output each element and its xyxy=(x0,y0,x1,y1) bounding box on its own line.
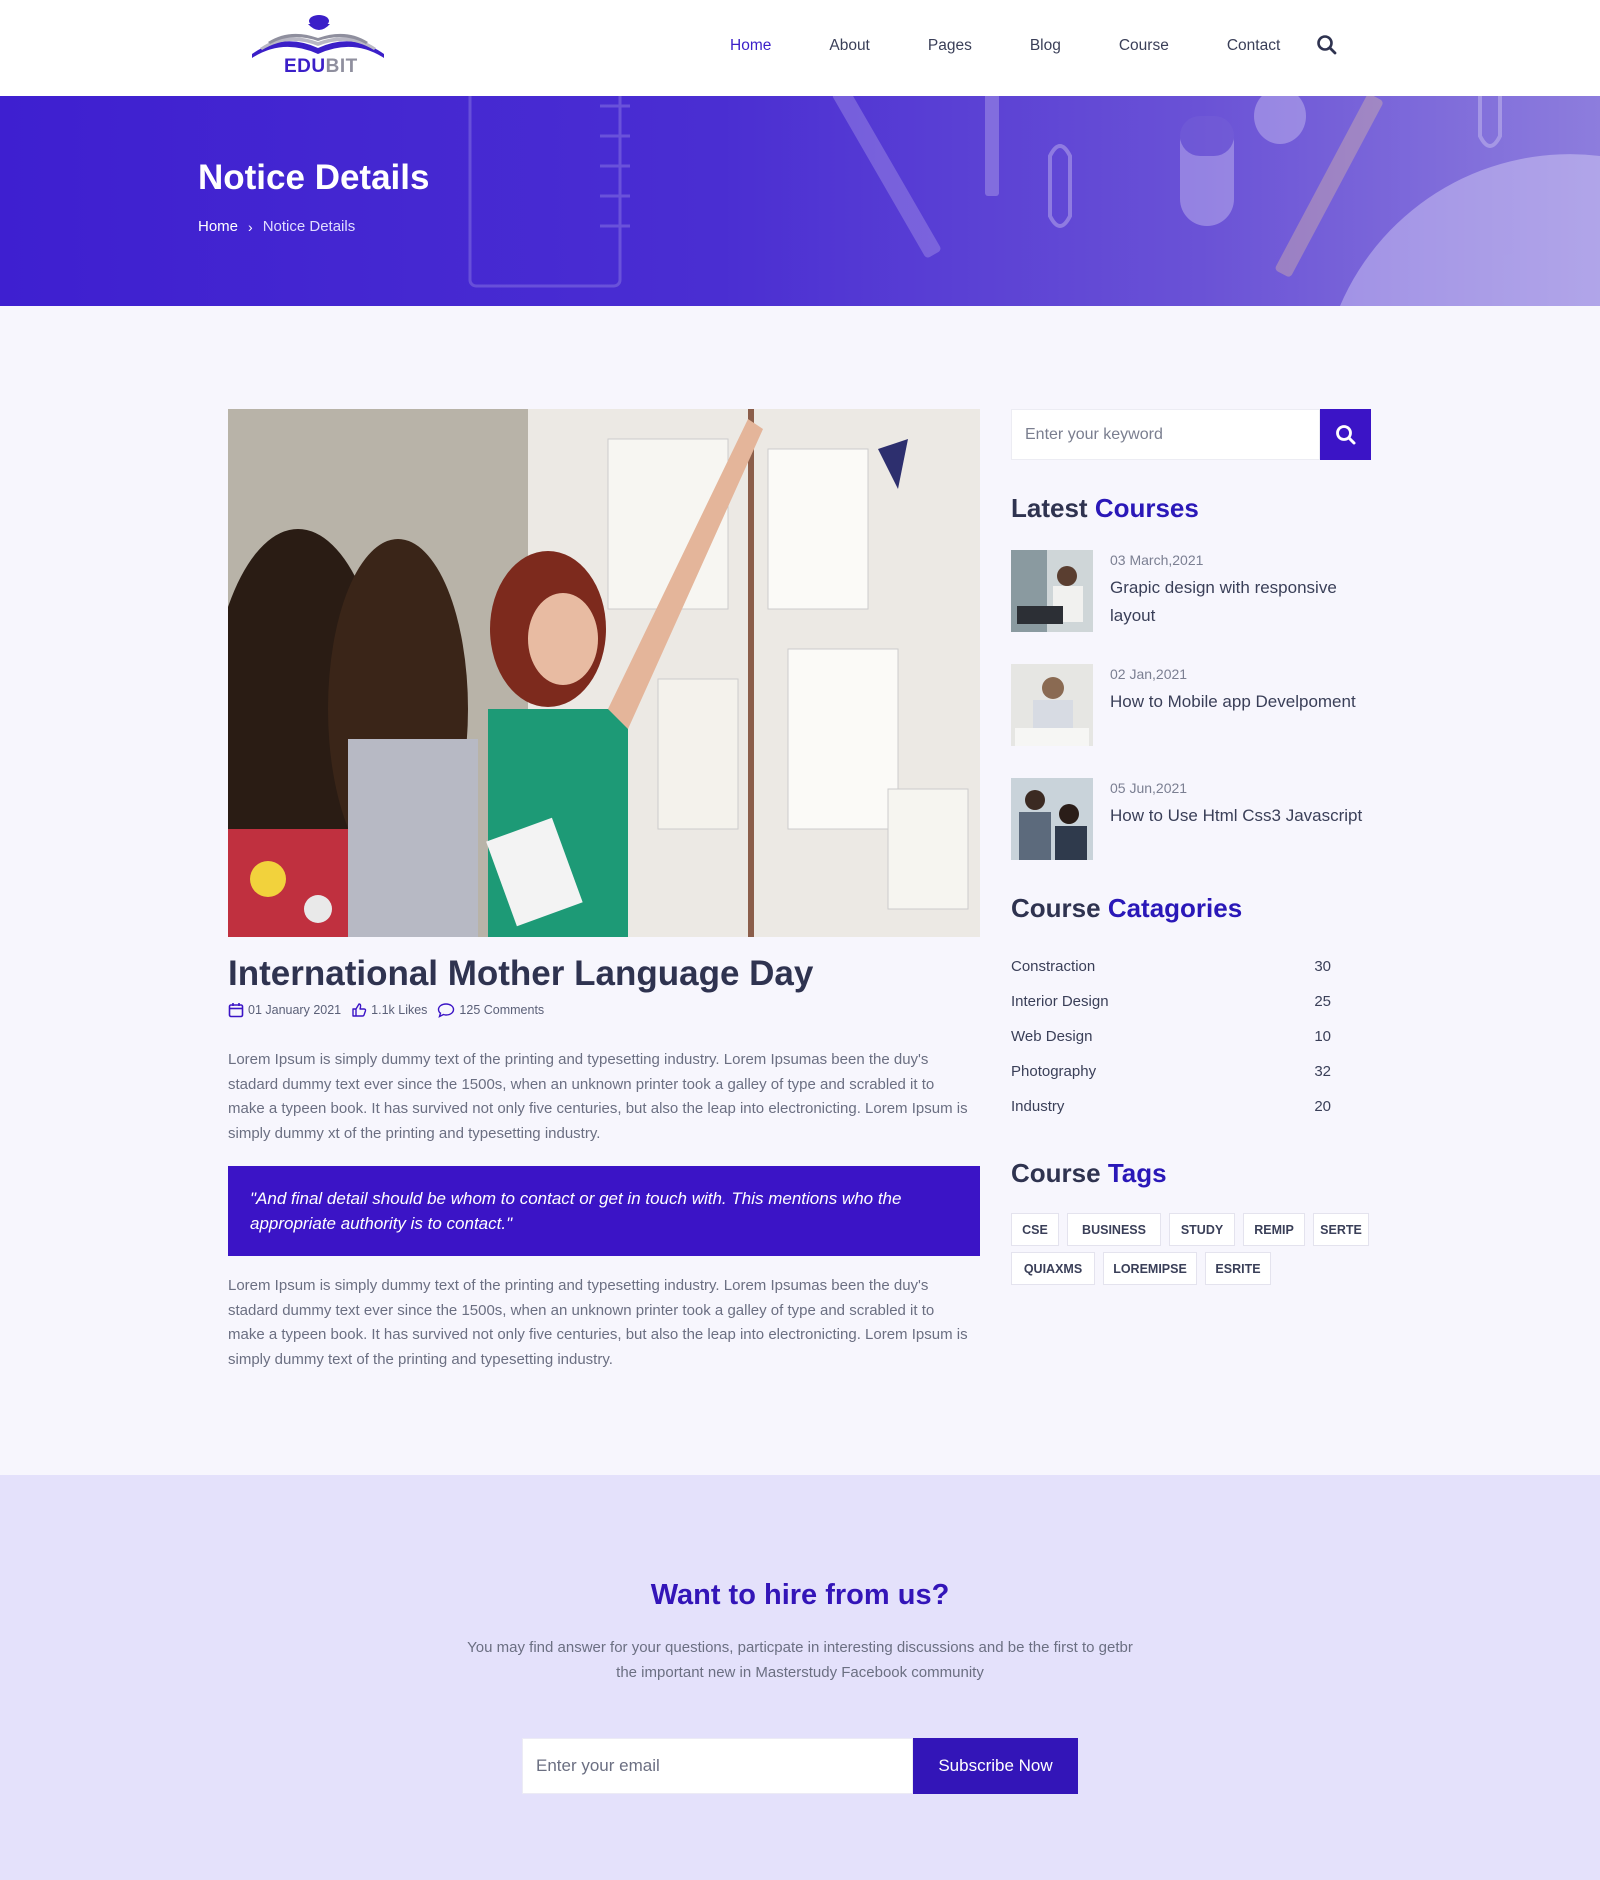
banner-decoration xyxy=(468,96,1600,306)
tag-serte[interactable]: SERTE xyxy=(1313,1213,1369,1246)
tag-esrite[interactable]: ESRITE xyxy=(1205,1252,1271,1285)
course-date: 02 Jan,2021 xyxy=(1110,666,1188,682)
newsletter-section: Want to hire from us? You may find answe… xyxy=(0,1475,1600,1880)
category-count: 20 xyxy=(1314,1098,1331,1115)
article-paragraph-2: Lorem Ipsum is simply dummy text of the … xyxy=(228,1277,968,1368)
category-item[interactable]: Interior Design 25 xyxy=(1011,993,1331,1013)
breadcrumb: Home › Notice Details xyxy=(198,218,355,235)
course-date: 03 March,2021 xyxy=(1110,552,1204,568)
category-count: 10 xyxy=(1314,1028,1331,1045)
nav-course[interactable]: Course xyxy=(1119,37,1169,55)
tag-study[interactable]: STUDY xyxy=(1169,1213,1235,1246)
category-item[interactable]: Web Design 10 xyxy=(1011,1028,1331,1048)
students-at-board-photo xyxy=(228,409,980,937)
site-header: EDUBIT Home About Pages Blog Course Cont… xyxy=(0,0,1600,96)
latest-course-item[interactable]: 05 Jun,2021 How to Use Html Css3 Javascr… xyxy=(1011,778,1371,862)
category-item[interactable]: Photography 32 xyxy=(1011,1063,1331,1083)
breadcrumb-current: Notice Details xyxy=(262,218,356,235)
course-categories-heading: Course Catagories xyxy=(1011,893,1242,924)
page-banner: Notice Details Home › Notice Details xyxy=(0,96,1600,306)
nav-pages[interactable]: Pages xyxy=(928,37,972,55)
meta-date: 01 January 2021 xyxy=(228,1002,341,1018)
category-count: 32 xyxy=(1314,1063,1331,1080)
article-title: International Mother Language Day xyxy=(228,954,814,993)
thumbs-up-icon xyxy=(352,1003,367,1017)
category-count: 30 xyxy=(1314,958,1331,975)
calendar-icon xyxy=(228,1003,244,1018)
course-tags-heading: Course Tags xyxy=(1011,1158,1167,1189)
meta-date-text: 01 January 2021 xyxy=(248,1003,342,1017)
keyword-search-input[interactable] xyxy=(1011,409,1320,460)
course-thumbnail-image xyxy=(1011,664,1093,746)
site-logo[interactable]: EDUBIT xyxy=(248,14,388,80)
heading-plain: Course xyxy=(1011,893,1101,923)
category-count: 25 xyxy=(1314,993,1331,1010)
tag-loremipse[interactable]: LOREMIPSE xyxy=(1103,1252,1197,1285)
heading-highlight: Tags xyxy=(1107,1158,1167,1188)
heading-plain: Latest xyxy=(1011,493,1088,523)
latest-courses-heading: Latest Courses xyxy=(1011,493,1199,524)
article-image xyxy=(228,409,980,937)
search-icon[interactable] xyxy=(1316,34,1338,56)
keyword-search-button[interactable] xyxy=(1320,409,1371,460)
comment-icon xyxy=(438,1003,455,1018)
course-thumbnail xyxy=(1011,550,1093,632)
tag-cse[interactable]: CSE xyxy=(1011,1213,1059,1246)
article-paragraph-1: Lorem Ipsum is simply dummy text of the … xyxy=(228,1051,968,1142)
email-input[interactable] xyxy=(522,1738,913,1794)
chevron-right-icon: › xyxy=(248,218,253,235)
meta-likes[interactable]: 1.1k Likes xyxy=(351,1002,427,1018)
subscribe-form: Subscribe Now xyxy=(522,1738,1078,1794)
newsletter-text-line-1: You may find answer for your questions, … xyxy=(467,1639,1133,1656)
course-title[interactable]: Grapic design with responsive layout xyxy=(1110,574,1375,630)
course-thumbnail xyxy=(1011,664,1093,746)
newsletter-title: Want to hire from us? xyxy=(650,1579,950,1611)
tag-remip[interactable]: REMIP xyxy=(1243,1213,1305,1246)
meta-comments-text: 125 Comments xyxy=(459,1003,545,1017)
article-meta: 01 January 2021 1.1k Likes 125 Comments xyxy=(228,1002,554,1018)
course-title[interactable]: How to Mobile app Develpoment xyxy=(1110,688,1375,716)
tag-business[interactable]: BUSINESS xyxy=(1067,1213,1161,1246)
nav-about[interactable]: About xyxy=(829,37,870,55)
latest-course-item[interactable]: 02 Jan,2021 How to Mobile app Develpomen… xyxy=(1011,664,1371,748)
category-item[interactable]: Constraction 30 xyxy=(1011,958,1331,978)
course-thumbnail xyxy=(1011,778,1093,860)
course-title[interactable]: How to Use Html Css3 Javascript xyxy=(1110,802,1375,830)
breadcrumb-home[interactable]: Home xyxy=(198,218,238,235)
category-name[interactable]: Web Design xyxy=(1011,1028,1092,1045)
page-title: Notice Details xyxy=(198,158,430,197)
tag-quiaxms[interactable]: QUIAXMS xyxy=(1011,1252,1095,1285)
logo-wordmark: EDUBIT xyxy=(284,56,358,77)
sidebar-search xyxy=(1011,409,1371,460)
course-thumbnail-image xyxy=(1011,778,1093,860)
category-name[interactable]: Photography xyxy=(1011,1063,1096,1080)
category-name[interactable]: Constraction xyxy=(1011,958,1095,975)
heading-highlight: Catagories xyxy=(1107,893,1243,923)
meta-comments[interactable]: 125 Comments xyxy=(437,1002,544,1018)
newsletter-text-line-2: the important new in Masterstudy Faceboo… xyxy=(616,1664,984,1681)
article-blockquote: "And final detail should be whom to cont… xyxy=(228,1166,980,1256)
nav-home[interactable]: Home xyxy=(730,37,771,55)
category-name[interactable]: Interior Design xyxy=(1011,993,1109,1010)
heading-highlight: Courses xyxy=(1094,493,1199,523)
category-item[interactable]: Industry 20 xyxy=(1011,1098,1331,1118)
nav-contact[interactable]: Contact xyxy=(1227,37,1280,55)
nav-blog[interactable]: Blog xyxy=(1030,37,1061,55)
course-date: 05 Jun,2021 xyxy=(1110,780,1188,796)
subscribe-button[interactable]: Subscribe Now xyxy=(913,1738,1078,1794)
newsletter-description: You may find answer for your questions, … xyxy=(430,1635,1170,1685)
course-thumbnail-image xyxy=(1011,550,1093,632)
search-icon xyxy=(1335,424,1355,444)
meta-likes-text: 1.1k Likes xyxy=(371,1003,428,1017)
heading-plain: Course xyxy=(1011,1158,1101,1188)
category-name[interactable]: Industry xyxy=(1011,1098,1064,1115)
main-nav: Home About Pages Blog Course Contact xyxy=(730,36,1338,56)
latest-course-item[interactable]: 03 March,2021 Grapic design with respons… xyxy=(1011,550,1371,634)
open-book-logo-icon xyxy=(252,15,384,58)
